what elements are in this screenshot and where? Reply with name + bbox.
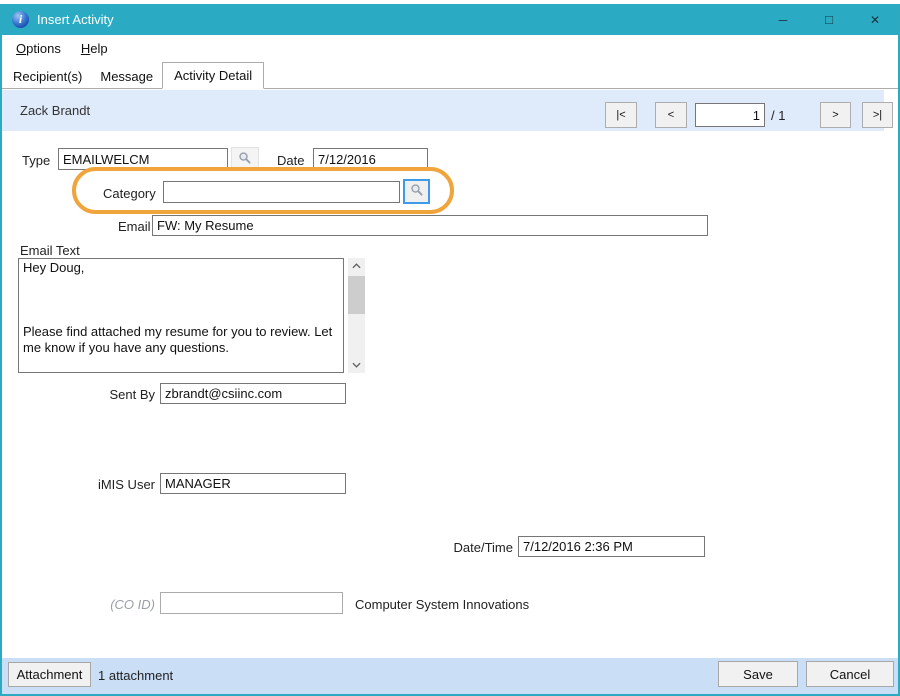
insert-activity-window: i Insert Activity ─ □ ✕ Options Help Rec… <box>0 0 900 696</box>
scrollbar-thumb[interactable] <box>348 276 365 314</box>
save-button[interactable]: Save <box>718 661 798 687</box>
tab-recipients[interactable]: Recipient(s) <box>4 66 91 88</box>
type-label: Type <box>22 153 50 168</box>
menu-item-options[interactable]: Options <box>6 36 71 61</box>
sent-by-input[interactable] <box>160 383 346 404</box>
page-total-label: / 1 <box>771 108 785 123</box>
app-icon: i <box>12 11 29 28</box>
imis-user-label: iMIS User <box>60 477 155 492</box>
menu-item-help[interactable]: Help <box>71 36 118 61</box>
co-id-label: (CO ID) <box>60 597 155 612</box>
nav-last-button[interactable]: >| <box>862 102 893 128</box>
nav-first-button[interactable]: |< <box>605 102 637 128</box>
tab-activity-detail[interactable]: Activity Detail <box>162 62 264 89</box>
email-text-scrollbar[interactable] <box>348 258 365 373</box>
close-icon[interactable]: ✕ <box>852 4 898 35</box>
attachment-count-label: 1 attachment <box>98 668 173 683</box>
nav-prev-button[interactable]: < <box>655 102 687 128</box>
scroll-up-icon[interactable] <box>348 258 365 274</box>
datetime-input[interactable] <box>518 536 705 557</box>
tab-strip: Recipient(s) Message Activity Detail <box>2 62 898 89</box>
sent-by-label: Sent By <box>60 387 155 402</box>
category-input[interactable] <box>163 181 400 203</box>
title-bar: i Insert Activity ─ □ ✕ <box>2 4 898 35</box>
category-lookup-button[interactable] <box>403 179 430 204</box>
maximize-icon[interactable]: □ <box>806 4 852 35</box>
email-subject-input[interactable] <box>152 215 708 236</box>
minimize-icon[interactable]: ─ <box>760 4 806 35</box>
date-input[interactable] <box>313 148 428 170</box>
scrollbar-track[interactable] <box>348 274 365 357</box>
type-lookup-button[interactable] <box>231 147 259 171</box>
scroll-down-icon[interactable] <box>348 357 365 373</box>
search-icon <box>410 183 424 200</box>
window-controls: ─ □ ✕ <box>760 4 898 35</box>
attachment-button[interactable]: Attachment <box>8 662 91 687</box>
co-id-input[interactable] <box>160 592 343 614</box>
category-label: Category <box>103 186 156 201</box>
cancel-button[interactable]: Cancel <box>806 661 894 687</box>
date-label: Date <box>277 153 304 168</box>
window-title: Insert Activity <box>37 12 114 27</box>
tab-message[interactable]: Message <box>91 66 162 88</box>
type-input[interactable] <box>58 148 228 170</box>
record-name: Zack Brandt <box>20 103 90 118</box>
datetime-label: Date/Time <box>430 540 513 555</box>
menu-bar: Options Help <box>2 35 898 62</box>
email-text-area[interactable]: Hey Doug, Please find attached my resume… <box>18 258 344 373</box>
company-name-label: Computer System Innovations <box>355 597 529 612</box>
email-label: Email <box>118 219 151 234</box>
page-number-input[interactable] <box>695 103 765 127</box>
imis-user-input[interactable] <box>160 473 346 494</box>
email-text-label: Email Text <box>20 243 80 258</box>
nav-next-button[interactable]: > <box>820 102 851 128</box>
search-icon <box>238 151 252 168</box>
